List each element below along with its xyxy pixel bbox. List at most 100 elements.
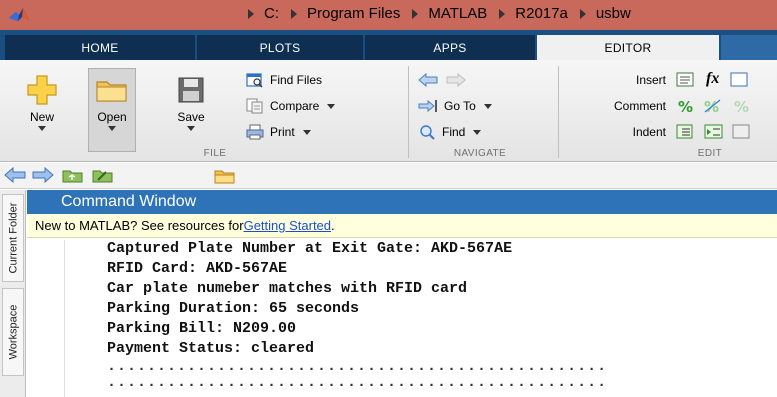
save-button[interactable]: Save [168,74,214,131]
command-output[interactable]: Captured Plate Number at Exit Gate: AKD-… [27,239,777,397]
new-label: New [29,110,54,124]
tab-current-folder[interactable]: Current Folder [2,194,24,282]
ribbon-separator [408,66,409,158]
magnifier-icon [420,125,435,140]
printer-icon [246,124,264,140]
open-label: Open [97,110,127,124]
new-plus-icon [27,75,57,105]
find-button[interactable]: Find [418,122,482,142]
compare-label: Compare [270,99,320,113]
back-forward-nav[interactable] [418,70,472,90]
uncomment-icon[interactable]: % [702,98,726,114]
tab-home[interactable]: HOME [5,35,195,60]
breadcrumb-separator-icon [499,8,506,19]
address-bar [0,163,777,189]
breadcrumb-item[interactable]: C: [264,5,279,22]
output-line: Car plate numeber matches with RFID card [107,280,468,297]
insert-label: Insert [635,73,666,87]
output-dots-line: ........................................… [107,358,608,375]
breadcrumb-separator-icon [248,8,254,19]
tab-workspace-label: Workspace [7,304,20,360]
compare-dropdown-icon [327,103,336,109]
output-line: Parking Bill: N209.00 [107,320,297,337]
goto-button[interactable]: Go To [418,96,492,116]
breadcrumb-separator-icon [579,8,586,19]
folder-icon [214,170,235,184]
decrease-indent-icon[interactable] [732,124,752,140]
notice-period: . [331,218,335,233]
output-line: Payment Status: cleared [107,340,315,357]
breadcrumb-item[interactable]: MATLAB [428,5,487,22]
indent-button[interactable]: Indent [570,122,666,142]
open-dropdown-icon [108,126,116,131]
goto-icon [418,99,437,113]
insert-icon[interactable] [676,72,696,88]
breadcrumb-item[interactable]: Program Files [307,5,400,22]
breadcrumb-item[interactable]: usbw [596,5,631,22]
insert-function-icon[interactable]: fx [706,70,719,88]
smart-indent-icon[interactable] [676,124,696,140]
side-panel: Current Folder Workspace [0,190,26,397]
command-window-title[interactable]: Command Window [27,190,777,214]
ribbon-tab-strip: HOME PLOTS APPS EDITOR [0,30,777,60]
find-files-icon [246,73,263,88]
output-line: Parking Duration: 65 seconds [107,300,360,317]
svg-text:%: % [734,98,749,114]
find-files-button[interactable]: Find Files [246,70,322,90]
navigate-group-label: NAVIGATE [453,148,507,159]
svg-text:%: % [678,98,693,114]
edit-group-label: EDIT [697,148,723,159]
command-gutter-divider [64,240,65,397]
tab-editor[interactable]: EDITOR [537,35,719,60]
print-label: Print [270,125,295,139]
wrap-comments-icon[interactable]: % [732,98,752,114]
tab-current-folder-label: Current Folder [7,202,20,274]
back-arrow-icon[interactable] [4,167,26,183]
output-line: RFID Card: AKD-567AE [107,260,288,277]
forward-arrow-icon[interactable] [32,167,54,183]
folder-icon [96,81,127,102]
output-dots-line: ........................................… [107,374,608,391]
matlab-logo-icon [9,8,29,21]
command-window[interactable]: New to MATLAB? See resources for Getting… [27,214,777,397]
save-dropdown-icon [187,126,195,131]
save-label: Save [177,110,205,124]
ribbon-separator [558,66,559,158]
tab-workspace[interactable]: Workspace [2,288,24,376]
breadcrumb-separator-icon [291,8,297,19]
comment-percent-icon[interactable]: % [676,98,696,114]
new-dropdown-icon [38,126,46,131]
breadcrumb: C: Program Files MATLAB R2017a usbw [242,5,637,22]
breadcrumb-item[interactable]: R2017a [515,5,568,22]
notice-text: New to MATLAB? See resources for [35,218,244,233]
getting-started-link[interactable]: Getting Started [244,218,331,233]
browse-folder-icon[interactable] [92,167,114,183]
comment-button[interactable]: Comment [570,96,666,116]
open-button[interactable]: Open [88,74,136,131]
find-label: Find [442,125,466,139]
find-files-label: Find Files [270,73,323,87]
tab-apps[interactable]: APPS [365,35,535,60]
output-line: Captured Plate Number at Exit Gate: AKD-… [107,240,513,257]
insert-box-icon[interactable] [730,72,750,88]
print-dropdown-icon [302,129,311,135]
breadcrumb-separator-icon [412,8,419,19]
find-dropdown-icon [473,129,482,135]
file-group-label: FILE [203,148,227,159]
indent-label: Indent [632,125,666,139]
back-arrow-icon [418,73,438,87]
compare-icon [246,98,263,114]
goto-dropdown-icon [483,103,492,109]
increase-indent-icon[interactable] [704,124,726,140]
up-folder-icon[interactable] [62,167,84,183]
tab-plots[interactable]: PLOTS [197,35,363,60]
forward-arrow-icon [446,73,466,87]
floppy-disk-icon [178,77,204,103]
insert-button[interactable]: Insert [570,70,666,90]
print-button[interactable]: Print [246,122,311,142]
getting-started-notice: New to MATLAB? See resources for Getting… [27,214,777,238]
comment-label: Comment [613,99,666,113]
tab-overflow[interactable] [721,35,777,60]
new-button[interactable]: New [14,74,70,131]
compare-button[interactable]: Compare [246,96,336,116]
